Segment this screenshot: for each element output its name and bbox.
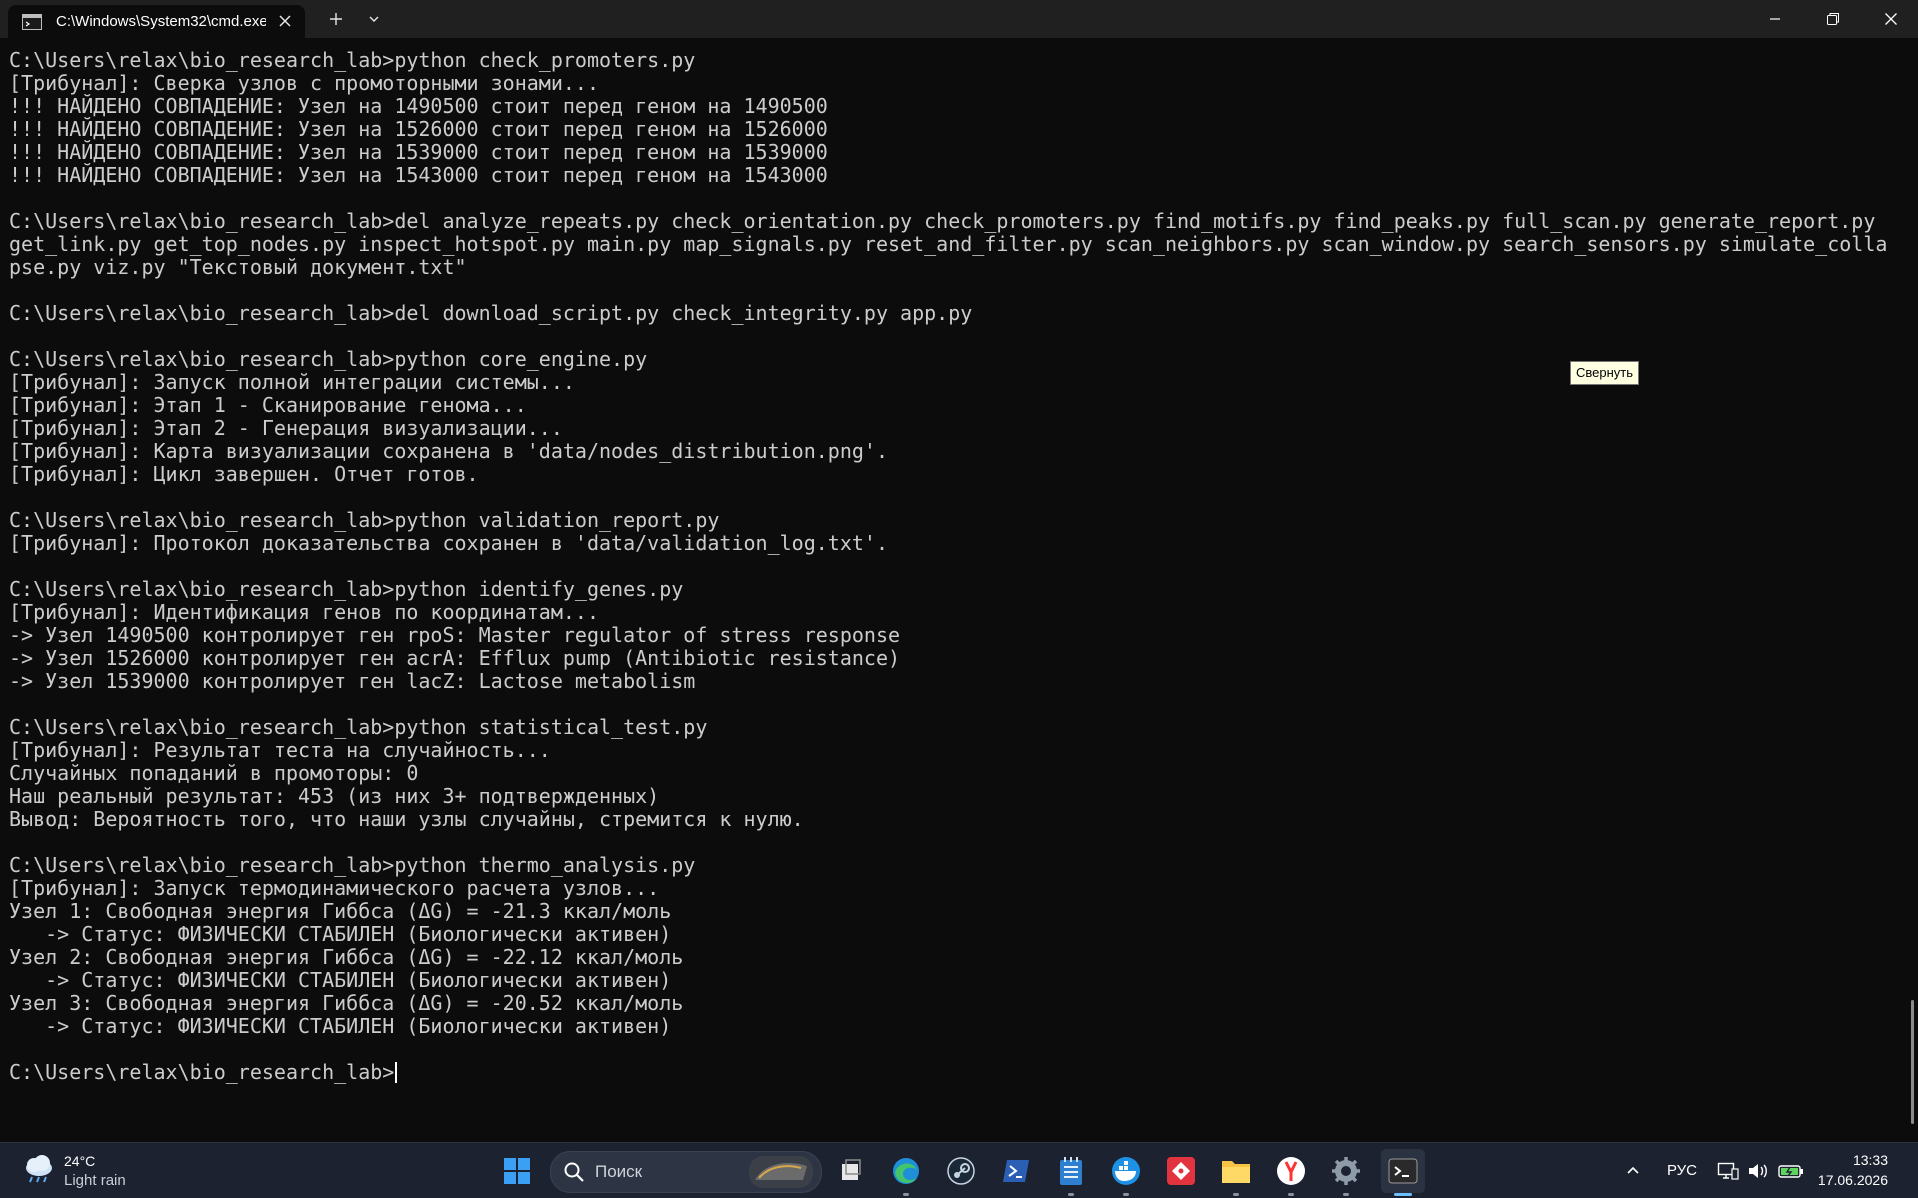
terminal-line: !!! НАЙДЕНО СОВПАДЕНИЕ: Узел на 1526000 … (9, 117, 828, 141)
taskbar-search[interactable]: Поиск (550, 1151, 822, 1193)
terminal-line: C:\Users\relax\bio_research_lab>python c… (9, 347, 648, 371)
search-placeholder: Поиск (595, 1162, 643, 1181)
terminal-line: [Трибунал]: Цикл завершен. Отчет готов. (9, 462, 479, 486)
show-hidden-icons-chevron-icon[interactable] (1618, 1143, 1648, 1198)
terminal-line: C:\Users\relax\bio_research_lab>del anal… (9, 209, 1876, 233)
terminal-line: [Трибунал]: Запуск термодинамического ра… (9, 876, 660, 900)
weather-description: Light rain (64, 1172, 126, 1189)
clock-time: 13:33 (1852, 1152, 1888, 1168)
terminal-line: pse.py viz.py "Текстовый документ.txt" (9, 255, 467, 279)
weather-temperature: 24°C (64, 1153, 96, 1169)
new-tab-icon[interactable] (322, 6, 350, 32)
current-prompt: C:\Users\relax\bio_research_lab> (9, 1060, 395, 1084)
clock[interactable]: 13:33 17.06.2026 (1818, 1150, 1888, 1190)
terminal-line: -> Статус: ФИЗИЧЕСКИ СТАБИЛЕН (Биологиче… (9, 1014, 672, 1038)
terminal-lines: C:\Users\relax\bio_research_lab>python c… (9, 48, 1887, 1038)
restore-icon[interactable] (1804, 0, 1862, 38)
cmd-icon (22, 13, 42, 30)
minimize-icon[interactable] (1746, 0, 1804, 38)
tab-title: C:\Windows\System32\cmd.exe (56, 13, 266, 30)
terminal-line: C:\Users\relax\bio_research_lab>python s… (9, 715, 708, 739)
weather-widget[interactable]: 24°C Light rain (22, 1151, 142, 1191)
terminal-line: [Трибунал]: Протокол доказательства сохр… (9, 531, 888, 555)
terminal-line: -> Узел 1526000 контролирует ген acrA: E… (9, 646, 901, 670)
terminal-line: C:\Users\relax\bio_research_lab>python i… (9, 577, 684, 601)
battery-icon[interactable] (1776, 1143, 1806, 1198)
terminal-line: Вывод: Вероятность того, что наши узлы с… (9, 807, 804, 831)
terminal-line: Узел 2: Свободная энергия Гиббса (ΔG) = … (9, 945, 684, 969)
rain-cloud-icon (22, 1155, 56, 1190)
powershell-icon[interactable] (994, 1149, 1038, 1193)
task-view-icon[interactable] (829, 1149, 873, 1193)
windows-start-icon[interactable] (495, 1149, 539, 1193)
volume-icon[interactable] (1744, 1143, 1772, 1198)
terminal-line: C:\Users\relax\bio_research_lab>python c… (9, 48, 696, 72)
terminal-area[interactable]: C:\Users\relax\bio_research_lab>python c… (0, 38, 1918, 1142)
settings-gear-icon[interactable] (1324, 1149, 1368, 1193)
terminal-line: -> Статус: ФИЗИЧЕСКИ СТАБИЛЕН (Биологиче… (9, 922, 672, 946)
text-cursor (395, 1062, 398, 1083)
terminal-line: [Трибунал]: Карта визуализации сохранена… (9, 439, 888, 463)
terminal-app-icon[interactable] (1381, 1149, 1425, 1193)
terminal-line: [Трибунал]: Запуск полной интеграции сис… (9, 370, 575, 394)
terminal-line: C:\Users\relax\bio_research_lab>python t… (9, 853, 696, 877)
close-tab-icon[interactable] (277, 13, 293, 29)
terminal-line: -> Статус: ФИЗИЧЕСКИ СТАБИЛЕН (Биологиче… (9, 968, 672, 992)
terminal-line: -> Узел 1490500 контролирует ген rpoS: M… (9, 623, 901, 647)
terminal-line: Случайных попаданий в промоторы: 0 (9, 761, 419, 785)
terminal-line: [Трибунал]: Этап 2 - Генерация визуализа… (9, 416, 563, 440)
search-highlight-icon (749, 1156, 813, 1193)
terminal-line: Наш реальный результат: 453 (из них 3+ п… (9, 784, 660, 808)
file-explorer-icon[interactable] (1214, 1149, 1258, 1193)
terminal-line: !!! НАЙДЕНО СОВПАДЕНИЕ: Узел на 1490500 … (9, 94, 828, 118)
docker-icon[interactable] (1104, 1149, 1148, 1193)
yandex-browser-icon[interactable] (1269, 1149, 1313, 1193)
tab-cmd[interactable]: C:\Windows\System32\cmd.exe (8, 5, 305, 38)
minimize-tooltip: Свернуть (1570, 361, 1640, 385)
terminal-line: [Трибунал]: Идентификация генов по коорд… (9, 600, 600, 624)
scrollbar-thumb[interactable] (1911, 1000, 1914, 1124)
terminal-line: get_link.py get_top_nodes.py inspect_hot… (9, 232, 1888, 256)
terminal-line: [Трибунал]: Результат теста на случайнос… (9, 738, 551, 762)
terminal-line: !!! НАЙДЕНО СОВПАДЕНИЕ: Узел на 1543000 … (9, 163, 828, 187)
input-language[interactable]: РУС (1664, 1143, 1700, 1198)
taskbar: 24°C Light rain Поиск РУС 13:33 17.06.20… (0, 1142, 1918, 1198)
network-icon[interactable] (1714, 1143, 1742, 1198)
terminal-line: [Трибунал]: Этап 1 - Сканирование генома… (9, 393, 527, 417)
search-icon (563, 1161, 585, 1188)
edge-icon[interactable] (884, 1149, 928, 1193)
close-window-icon[interactable] (1862, 0, 1918, 38)
clock-date: 17.06.2026 (1817, 1172, 1888, 1188)
terminal-line: -> Узел 1539000 контролирует ген lacZ: L… (9, 669, 696, 693)
git-app-icon[interactable] (1159, 1149, 1203, 1193)
terminal-line: Узел 3: Свободная энергия Гиббса (ΔG) = … (9, 991, 684, 1015)
title-bar: C:\Windows\System32\cmd.exe (0, 0, 1918, 38)
terminal-output: C:\Users\relax\bio_research_lab>python c… (9, 49, 1887, 1084)
notepad-icon[interactable] (1049, 1149, 1093, 1193)
terminal-line: !!! НАЙДЕНО СОВПАДЕНИЕ: Узел на 1539000 … (9, 140, 828, 164)
terminal-line: C:\Users\relax\bio_research_lab>python v… (9, 508, 720, 532)
terminal-line: Узел 1: Свободная энергия Гиббса (ΔG) = … (9, 899, 672, 923)
steam-icon[interactable] (939, 1149, 983, 1193)
chevron-down-icon[interactable] (360, 6, 388, 32)
terminal-line: C:\Users\relax\bio_research_lab>del down… (9, 301, 973, 325)
terminal-line: [Трибунал]: Сверка узлов с промоторными … (9, 71, 600, 95)
